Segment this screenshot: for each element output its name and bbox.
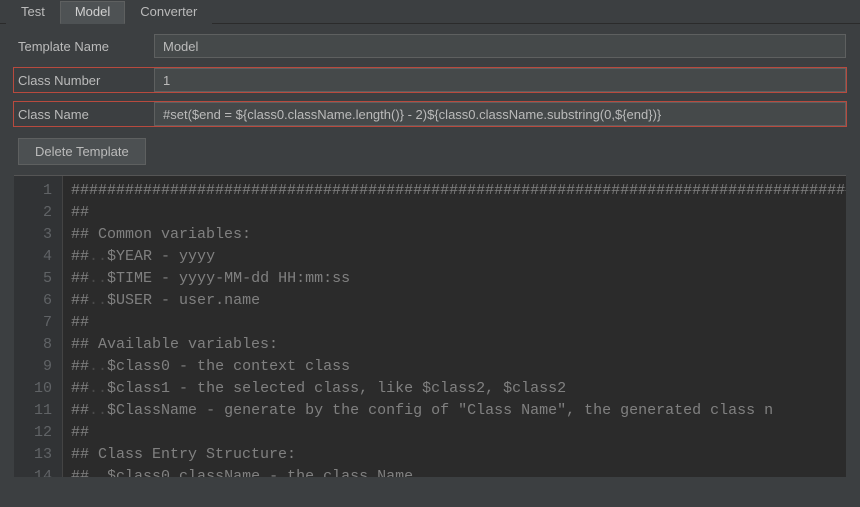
code-line: ##..$class0 - the context class xyxy=(71,356,838,378)
code-line: ##..$TIME - yyyy-MM-dd HH:mm:ss xyxy=(71,268,838,290)
code-line: ## xyxy=(71,422,838,444)
line-number: 2 xyxy=(34,202,52,224)
code-line: ########################################… xyxy=(71,180,838,202)
tab-bar: Test Model Converter xyxy=(0,0,860,24)
line-number: 5 xyxy=(34,268,52,290)
delete-template-button[interactable]: Delete Template xyxy=(18,138,146,165)
row-template-name: Template Name xyxy=(14,34,846,58)
input-class-name[interactable] xyxy=(154,102,846,126)
code-line: ## Available variables: xyxy=(71,334,838,356)
label-template-name: Template Name xyxy=(14,39,154,54)
code-line: ##..$YEAR - yyyy xyxy=(71,246,838,268)
row-class-name: Class Name xyxy=(14,102,846,126)
line-number-gutter: 1234567891011121314 xyxy=(14,176,63,477)
line-number: 14 xyxy=(34,466,52,477)
tab-model[interactable]: Model xyxy=(60,1,125,24)
line-number: 9 xyxy=(34,356,52,378)
code-line: ## xyxy=(71,312,838,334)
label-class-number: Class Number xyxy=(14,73,154,88)
tab-test[interactable]: Test xyxy=(6,1,60,24)
line-number: 7 xyxy=(34,312,52,334)
line-number: 1 xyxy=(34,180,52,202)
line-number: 8 xyxy=(34,334,52,356)
input-template-name[interactable] xyxy=(154,34,846,58)
tab-converter[interactable]: Converter xyxy=(125,1,212,24)
input-class-number[interactable] xyxy=(154,68,846,92)
code-line: ##..$ClassName - generate by the config … xyxy=(71,400,838,422)
code-line: ##..$class1 - the selected class, like $… xyxy=(71,378,838,400)
line-number: 6 xyxy=(34,290,52,312)
line-number: 13 xyxy=(34,444,52,466)
code-line: ## Common variables: xyxy=(71,224,838,246)
code-editor[interactable]: 1234567891011121314 ####################… xyxy=(14,175,846,477)
line-number: 12 xyxy=(34,422,52,444)
label-class-name: Class Name xyxy=(14,107,154,122)
code-area[interactable]: ########################################… xyxy=(63,176,846,477)
code-line: ##..$USER - user.name xyxy=(71,290,838,312)
form-panel: Template Name Class Number Class Name De… xyxy=(0,24,860,477)
line-number: 3 xyxy=(34,224,52,246)
code-line: ## xyxy=(71,202,838,224)
line-number: 11 xyxy=(34,400,52,422)
line-number: 10 xyxy=(34,378,52,400)
row-class-number: Class Number xyxy=(14,68,846,92)
code-line: ## Class Entry Structure: xyxy=(71,444,838,466)
code-line: ##..$class0.className - the class Name xyxy=(71,466,838,477)
line-number: 4 xyxy=(34,246,52,268)
